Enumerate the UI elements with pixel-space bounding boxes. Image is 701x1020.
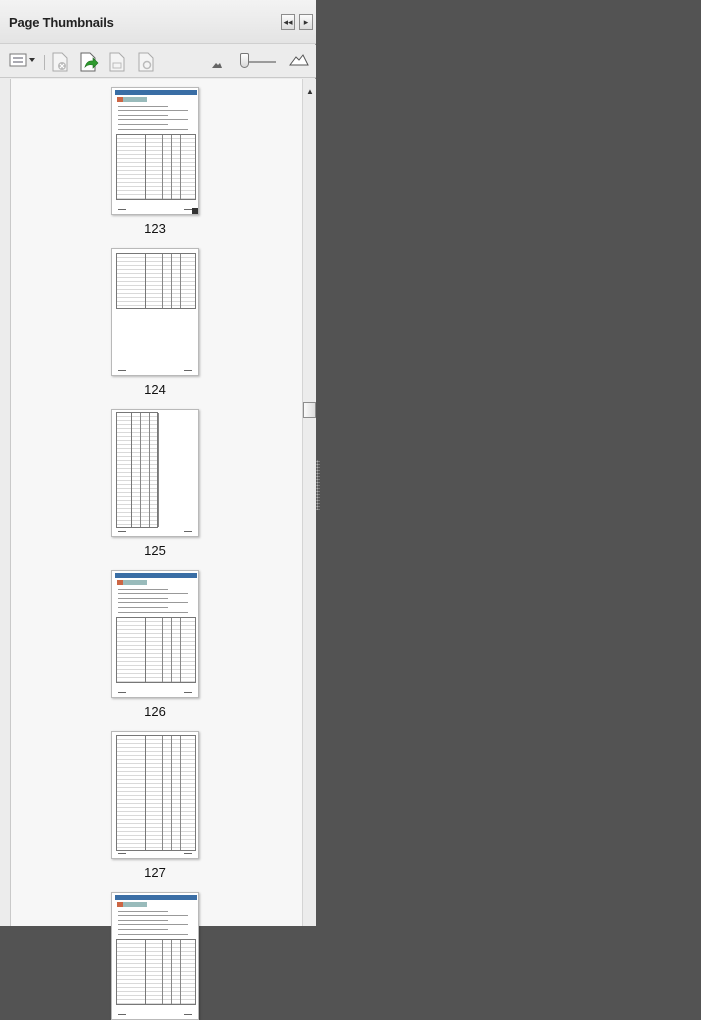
page-footer-left	[118, 209, 126, 210]
text-line	[118, 911, 168, 912]
text-line	[118, 106, 168, 107]
page-footer-left	[118, 692, 126, 693]
toolbar-divider	[44, 55, 45, 70]
text-line	[118, 915, 188, 916]
page-banner	[115, 895, 197, 900]
zoom-out-mountain-icon[interactable]	[211, 57, 223, 75]
text-line	[118, 115, 168, 116]
text-line	[118, 929, 168, 930]
page-banner	[115, 573, 197, 578]
text-line	[118, 124, 168, 125]
options-menu-icon[interactable]	[9, 52, 37, 73]
expand-panel-button[interactable]: ▸	[299, 14, 313, 30]
document-view[interactable]	[320, 0, 701, 926]
page-footer-left	[118, 853, 126, 854]
page-banner	[115, 90, 197, 95]
page-footer-right	[184, 1014, 192, 1015]
thumbnail-toolbar	[0, 45, 316, 78]
page-footer-right	[184, 531, 192, 532]
page-footer-left	[118, 370, 126, 371]
zoom-in-mountain-icon[interactable]	[289, 53, 309, 72]
page-thumbnail[interactable]	[111, 892, 199, 1020]
text-line	[118, 602, 188, 603]
page-table	[116, 134, 196, 200]
scroll-up-icon[interactable]: ▲	[306, 87, 314, 96]
page-number-label[interactable]: 127	[111, 865, 199, 880]
text-line	[118, 110, 188, 111]
text-line	[118, 598, 168, 599]
zoom-slider-track[interactable]	[246, 61, 276, 63]
page-footer-left	[118, 531, 126, 532]
vertical-scrollbar[interactable]: ▲	[302, 79, 316, 926]
page-number-label[interactable]: 126	[111, 704, 199, 719]
text-line	[118, 924, 188, 925]
collapse-panel-button[interactable]: ◂◂	[281, 14, 295, 30]
page-number-label[interactable]: 123	[111, 221, 199, 236]
page-table	[116, 412, 158, 528]
text-line	[118, 612, 188, 613]
page-thumbnails-panel: Page Thumbnails ◂◂ ▸ 123 124 125 126 127…	[0, 0, 316, 1020]
page-logo	[117, 580, 147, 585]
page-logo	[117, 902, 147, 907]
page-number-label[interactable]: 124	[111, 382, 199, 397]
page-footer-right	[184, 209, 192, 210]
text-line	[118, 934, 188, 935]
text-line	[118, 920, 168, 921]
text-line	[118, 119, 188, 120]
page-footer-right	[184, 692, 192, 693]
page-footer-right	[184, 370, 192, 371]
page-logo	[117, 97, 147, 102]
scrollbar-thumb[interactable]	[303, 402, 316, 418]
text-line	[118, 607, 168, 608]
page-table	[116, 939, 196, 1005]
page-table	[116, 617, 196, 683]
page-thumbnail[interactable]	[111, 731, 199, 859]
text-line	[118, 589, 168, 590]
page-thumbnail[interactable]	[111, 248, 199, 376]
page-thumbnail[interactable]	[111, 87, 199, 215]
page-thumbnail[interactable]	[111, 570, 199, 698]
page-number-label[interactable]: 125	[111, 543, 199, 558]
page-footer-right	[184, 853, 192, 854]
panel-header: Page Thumbnails ◂◂ ▸	[0, 0, 316, 44]
page-thumbnail[interactable]	[111, 409, 199, 537]
text-line	[118, 593, 188, 594]
page-properties-icon[interactable]	[137, 52, 155, 77]
page-table	[116, 735, 196, 851]
insert-page-icon[interactable]	[79, 52, 99, 77]
zoom-slider-thumb[interactable]	[240, 53, 249, 68]
delete-page-icon[interactable]	[51, 52, 69, 77]
page-table	[116, 253, 196, 309]
panel-title: Page Thumbnails	[9, 15, 114, 30]
page-footer-left	[118, 1014, 126, 1015]
text-line	[118, 129, 188, 130]
thumbnail-list[interactable]: 123 124 125 126 127	[10, 79, 302, 1020]
print-page-icon[interactable]	[108, 52, 126, 77]
